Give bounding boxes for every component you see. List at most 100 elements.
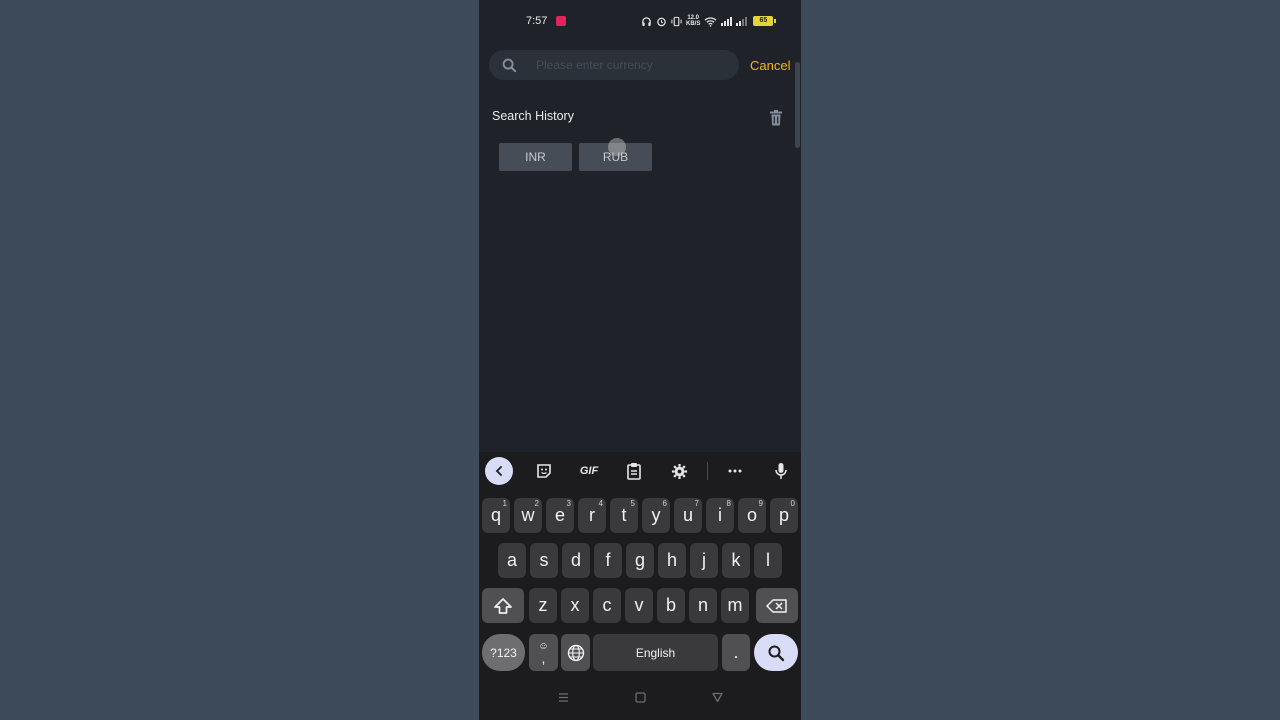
menu-icon: [559, 693, 568, 702]
back-button[interactable]: [712, 692, 723, 706]
globe-icon: [567, 644, 584, 661]
trash-icon[interactable]: [767, 109, 785, 127]
key-x[interactable]: x: [561, 588, 589, 623]
system-nav-bar: [479, 688, 801, 712]
status-icons: 12.0 KB/S 65: [641, 14, 777, 28]
keyboard-toolbar: GIF: [479, 452, 801, 490]
key-k[interactable]: k: [722, 543, 750, 578]
numbers-key[interactable]: ?123: [482, 634, 525, 671]
settings-button[interactable]: [665, 457, 693, 485]
net-speed: 12.0 KB/S: [686, 15, 700, 27]
key-b[interactable]: b: [657, 588, 685, 623]
key-hint: 7: [694, 499, 699, 508]
key-s[interactable]: s: [530, 543, 558, 578]
shift-icon: [494, 597, 512, 614]
key-label: q: [490, 505, 501, 525]
key-m[interactable]: m: [721, 588, 749, 623]
key-v[interactable]: v: [625, 588, 653, 623]
key-q[interactable]: q1: [482, 498, 510, 533]
period-key[interactable]: .: [722, 634, 750, 671]
home-button[interactable]: [635, 692, 646, 706]
vibrate-icon: [671, 16, 682, 26]
key-p[interactable]: p0: [770, 498, 798, 533]
key-a[interactable]: a: [498, 543, 526, 578]
shift-key[interactable]: [482, 588, 524, 623]
clipboard-icon: [627, 463, 641, 480]
key-hint: 3: [566, 499, 571, 508]
square-icon: [635, 692, 646, 703]
key-label: w: [521, 505, 535, 525]
key-t[interactable]: t5: [610, 498, 638, 533]
key-o[interactable]: o9: [738, 498, 766, 533]
key-d[interactable]: d: [562, 543, 590, 578]
headphones-icon: [642, 16, 651, 26]
key-u[interactable]: u7: [674, 498, 702, 533]
key-hint: 4: [598, 499, 603, 508]
key-w[interactable]: w2: [514, 498, 542, 533]
clipboard-button[interactable]: [620, 457, 648, 485]
key-label: p: [778, 505, 789, 525]
phone-screen: 7:57 12.0KB/S 65 Cancel Search History I…: [479, 0, 801, 720]
search-history-title: Search History: [492, 109, 574, 123]
key-g[interactable]: g: [626, 543, 654, 578]
keyboard: GIF q1w2e3r4t5y6u7i8o9p0 asdfghjkl zxcvb…: [479, 452, 801, 720]
key-label: i: [718, 505, 722, 525]
key-l[interactable]: l: [754, 543, 782, 578]
status-time: 7:57: [526, 15, 548, 27]
space-key[interactable]: English: [593, 634, 718, 671]
chevron-left-icon: [495, 466, 502, 476]
language-key[interactable]: [561, 634, 590, 671]
wifi-icon: [704, 16, 717, 27]
history-chip-inr[interactable]: INR: [499, 143, 572, 171]
key-hint: 2: [534, 499, 539, 508]
scroll-handle[interactable]: [795, 62, 800, 148]
more-options-button[interactable]: [721, 457, 749, 485]
key-hint: 1: [502, 499, 507, 508]
key-i[interactable]: i8: [706, 498, 734, 533]
search-icon: [768, 645, 785, 661]
cancel-button[interactable]: Cancel: [750, 58, 790, 73]
status-bar: 7:57 12.0 KB/S 65: [479, 0, 801, 42]
triangle-back-icon: [712, 692, 723, 703]
key-r[interactable]: r4: [578, 498, 606, 533]
more-icon: [728, 469, 742, 473]
signal-icon-2: [736, 16, 748, 26]
key-label: y: [651, 505, 661, 525]
collapse-toolbar-button[interactable]: [485, 457, 513, 485]
sticker-icon: [537, 464, 551, 478]
voice-input-button[interactable]: [767, 457, 795, 485]
key-label: o: [746, 505, 757, 525]
key-label: e: [554, 505, 565, 525]
key-y[interactable]: y6: [642, 498, 670, 533]
comma-label: ,: [541, 649, 546, 666]
net-speed-unit: KB/S: [686, 21, 701, 27]
backspace-icon: [766, 598, 787, 613]
key-hint: 9: [758, 499, 763, 508]
backspace-key[interactable]: [756, 588, 798, 623]
gear-icon: [671, 463, 687, 479]
key-label: t: [621, 505, 627, 525]
key-e[interactable]: e3: [546, 498, 574, 533]
currency-search-input[interactable]: [536, 50, 731, 80]
search-bar[interactable]: [489, 50, 739, 80]
key-h[interactable]: h: [658, 543, 686, 578]
gif-button[interactable]: GIF: [575, 457, 603, 485]
toolbar-divider: [707, 462, 708, 480]
touch-indicator: [608, 138, 626, 156]
key-label: u: [682, 505, 693, 525]
recents-button[interactable]: [558, 692, 569, 706]
key-hint: 8: [726, 499, 731, 508]
search-icon: [502, 58, 517, 73]
screen-record-icon: [556, 16, 566, 26]
signal-icon: [721, 16, 733, 26]
key-label: r: [589, 505, 595, 525]
key-n[interactable]: n: [689, 588, 717, 623]
key-c[interactable]: c: [593, 588, 621, 623]
key-j[interactable]: j: [690, 543, 718, 578]
emoji-comma-key[interactable]: ☺ ,: [529, 634, 558, 671]
key-hint: 6: [662, 499, 667, 508]
search-key[interactable]: [754, 634, 798, 671]
sticker-button[interactable]: [530, 457, 558, 485]
key-f[interactable]: f: [594, 543, 622, 578]
key-z[interactable]: z: [529, 588, 557, 623]
